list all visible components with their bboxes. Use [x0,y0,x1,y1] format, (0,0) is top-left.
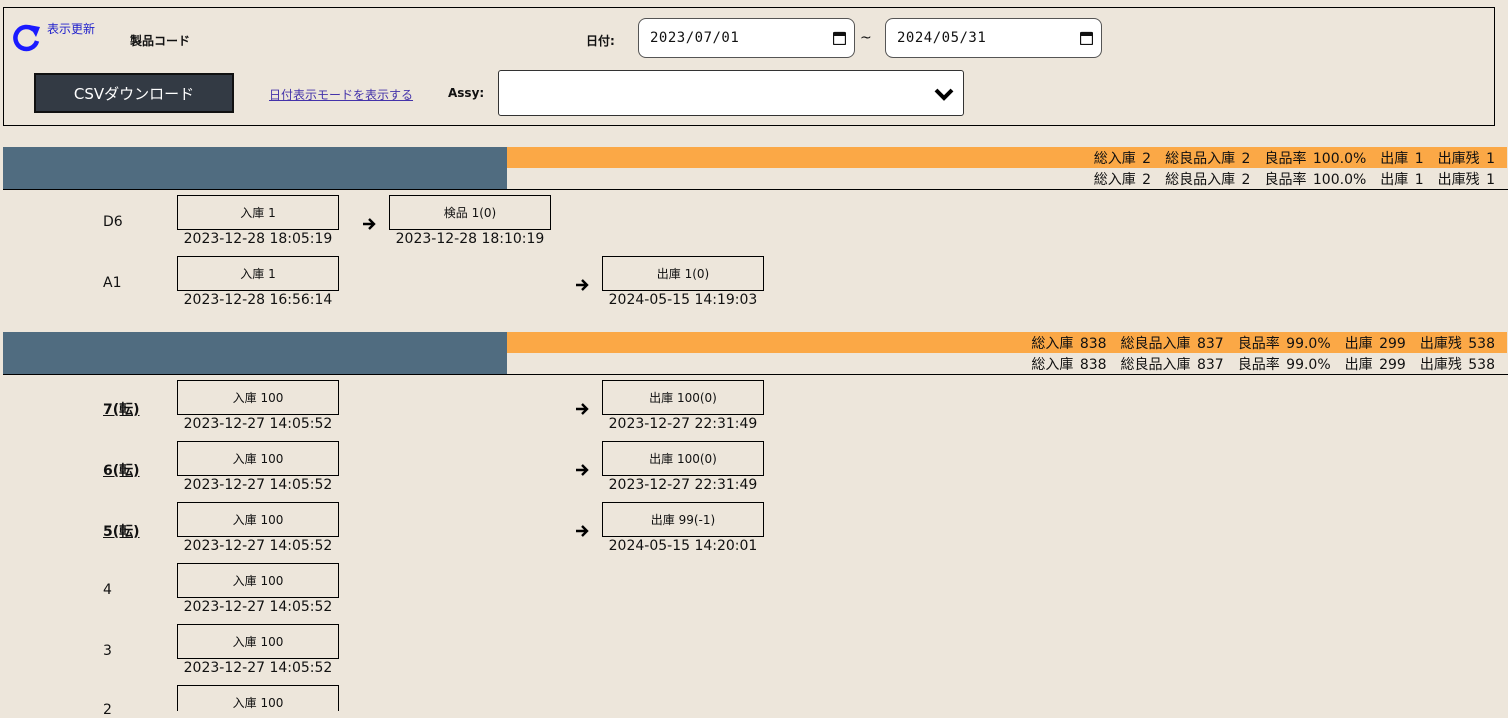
group-summary-top: 総入庫 2 総良品入庫 2 良品率 100.0% 出庫 1 出庫残 1 [1093,150,1495,167]
stock-in-box[interactable]: 入庫 1 [177,195,339,230]
arrow-right-icon [576,464,589,476]
product-code-label: 製品コード [130,34,191,48]
inspection-box[interactable]: 検品 1(0) [389,195,551,230]
arrow-right-icon [576,525,589,537]
date-mode-link[interactable]: 日付表示モードを表示する [269,86,413,103]
date-label: 日付: [586,34,615,48]
group-header-bar [3,332,507,375]
stock-in-box[interactable]: 入庫 1 [177,256,339,291]
stock-in-box[interactable]: 入庫 100 [177,441,339,476]
chevron-down-icon [934,88,954,101]
group-summary-top: 総入庫 838 総良品入庫 837 良品率 99.0% 出庫 299 出庫残 5… [1031,335,1495,352]
stock-out-time: 2023-12-27 22:31:49 [608,416,758,432]
csv-download-button[interactable]: CSVダウンロード [34,73,234,113]
stock-out-time: 2024-05-15 14:20:01 [608,538,758,554]
row-label: A1 [103,275,122,291]
inspection-time: 2023-12-28 18:10:19 [395,231,545,247]
row-label: 3 [103,643,112,659]
stock-in-time: 2023-12-27 14:05:52 [183,599,333,615]
calendar-icon[interactable] [1080,31,1093,45]
assy-select[interactable] [498,70,964,116]
stock-out-box[interactable]: 出庫 100(0) [602,441,764,476]
group-divider [3,189,1508,190]
row-label-link[interactable]: 7(転) [103,399,140,419]
row-label-link[interactable]: 6(転) [103,460,140,480]
date-separator: ~ [860,30,872,46]
stock-in-box[interactable]: 入庫 100 [177,380,339,415]
stock-in-time: 2023-12-28 18:05:19 [183,231,333,247]
arrow-right-icon [576,279,589,291]
stock-in-time: 2023-12-27 14:05:52 [183,477,333,493]
stock-in-box[interactable]: 入庫 100 [177,502,339,537]
refresh-icon[interactable] [12,22,42,52]
row-label: 4 [103,582,112,598]
stock-in-time: 2023-12-27 14:05:52 [183,416,333,432]
group-divider [3,374,1508,375]
calendar-icon[interactable] [833,31,846,45]
stock-in-time: 2023-12-27 14:05:52 [183,538,333,554]
date-to-value: 2024/05/31 [897,30,987,46]
stock-out-box[interactable]: 出庫 99(-1) [602,502,764,537]
stock-out-time: 2023-12-27 22:31:49 [608,477,758,493]
row-label-link[interactable]: 5(転) [103,521,140,541]
row-label: D6 [103,214,123,230]
arrow-right-icon [576,403,589,415]
stock-in-box[interactable]: 入庫 100 [177,624,339,659]
assy-label: Assy: [448,86,485,100]
row-label: 2 [103,702,112,718]
stock-in-time: 2023-12-28 16:56:14 [183,292,333,308]
arrow-right-icon [363,218,376,230]
stock-in-box[interactable]: 入庫 100 [177,685,339,711]
group-header-bar [3,147,507,190]
date-from-value: 2023/07/01 [650,30,740,46]
group-summary-bottom: 総入庫 838 総良品入庫 837 良品率 99.0% 出庫 299 出庫残 5… [1031,356,1495,373]
stock-in-box[interactable]: 入庫 100 [177,563,339,598]
group-summary-bottom: 総入庫 2 総良品入庫 2 良品率 100.0% 出庫 1 出庫残 1 [1093,171,1495,188]
refresh-link[interactable]: 表示更新 [47,20,95,37]
stock-out-time: 2024-05-15 14:19:03 [608,292,758,308]
stock-out-box[interactable]: 出庫 1(0) [602,256,764,291]
date-to-input[interactable]: 2024/05/31 [885,18,1102,58]
stock-in-time: 2023-12-27 14:05:52 [183,660,333,676]
stock-out-box[interactable]: 出庫 100(0) [602,380,764,415]
date-from-input[interactable]: 2023/07/01 [638,18,855,58]
